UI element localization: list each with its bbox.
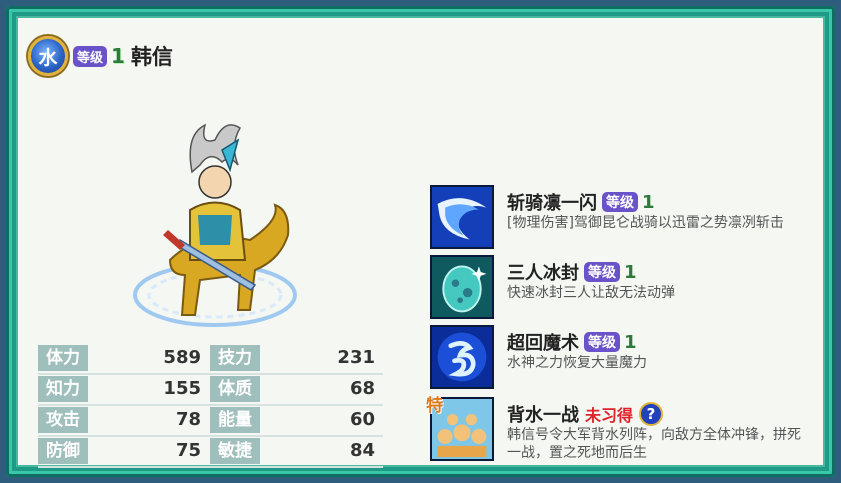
skill-level: 1 — [642, 191, 655, 213]
stat-value-def: 75 — [175, 440, 201, 461]
skill-item[interactable]: 斩骑凛一闪 等级 1 [物理伤害]驾御昆仑战骑以迅雷之势凛冽斩击 — [430, 185, 810, 251]
help-icon[interactable]: ? — [639, 402, 664, 426]
unlearned-status: 未习得 — [585, 406, 634, 425]
hero-header: 水 等级 1 韩信 — [28, 36, 173, 76]
stats-table: 体力 589 技力 231 知力 155 体质 68 攻击 78 能量 60 防… — [38, 345, 383, 469]
skill-description: [物理伤害]驾御昆仑战骑以迅雷之势凛冽斩击 — [507, 215, 784, 231]
stat-label-agi: 敏捷 — [210, 438, 260, 464]
stat-value-sp: 231 — [337, 347, 375, 368]
stats-row: 攻击 78 能量 60 — [38, 407, 383, 437]
skill-description: 韩信号令大军背水列阵，向敌方全体冲锋，拼死一战，置之死地而后生 — [507, 427, 801, 461]
stat-label-def: 防御 — [38, 438, 88, 464]
stats-row: 防御 75 敏捷 84 — [38, 438, 383, 468]
stats-row: 知力 155 体质 68 — [38, 376, 383, 406]
stats-row: 体力 589 技力 231 — [38, 345, 383, 375]
level-badge: 等级 — [73, 45, 108, 67]
hero-sprite-icon — [133, 123, 297, 327]
stat-value-atk: 78 — [175, 409, 201, 430]
stat-value-agi: 84 — [349, 440, 375, 461]
skill-level-badge: 等级 — [584, 262, 620, 282]
skill-name: 背水一战 — [507, 405, 579, 426]
skill-item[interactable]: 超回魔术 等级 1 水神之力恢复大量魔力 — [430, 325, 810, 391]
stat-value-hp: 589 — [163, 347, 201, 368]
water-rune-icon[interactable] — [430, 325, 494, 389]
stat-label-con: 体质 — [210, 376, 260, 402]
water-element-icon: 水 — [28, 36, 68, 76]
skill-item[interactable]: 特 背水一战 未习得 ? 韩信号令大军背水列阵，向敌方全体冲锋，拼死一战，置之死… — [426, 396, 810, 463]
ice-egg-icon[interactable] — [430, 255, 494, 319]
stat-label-sp: 技力 — [210, 345, 260, 371]
skill-description: 水神之力恢复大量魔力 — [507, 355, 647, 371]
stat-value-int: 155 — [163, 378, 201, 399]
skill-item[interactable]: 三人冰封 等级 1 快速冰封三人让敌无法动弹 — [430, 255, 810, 321]
stat-value-con: 68 — [349, 378, 375, 399]
stat-label-energy: 能量 — [210, 407, 260, 433]
skill-level: 1 — [624, 331, 637, 353]
slash-wave-icon[interactable] — [430, 185, 494, 249]
stat-label-atk: 攻击 — [38, 407, 88, 433]
skill-description: 快速冰封三人让敌无法动弹 — [507, 285, 675, 301]
hero-name: 韩信 — [130, 45, 173, 69]
skill-level: 1 — [624, 261, 637, 283]
skill-level-badge: 等级 — [602, 192, 638, 212]
stat-label-hp: 体力 — [38, 345, 88, 371]
skill-name: 超回魔术 — [507, 333, 579, 354]
stat-value-energy: 60 — [349, 409, 375, 430]
skill-name: 三人冰封 — [507, 263, 579, 284]
hero-level: 1 — [111, 44, 125, 68]
skill-level-badge: 等级 — [584, 332, 620, 352]
special-tag: 特 — [426, 396, 443, 416]
skill-name: 斩骑凛一闪 — [507, 193, 597, 214]
stat-label-int: 知力 — [38, 376, 88, 402]
